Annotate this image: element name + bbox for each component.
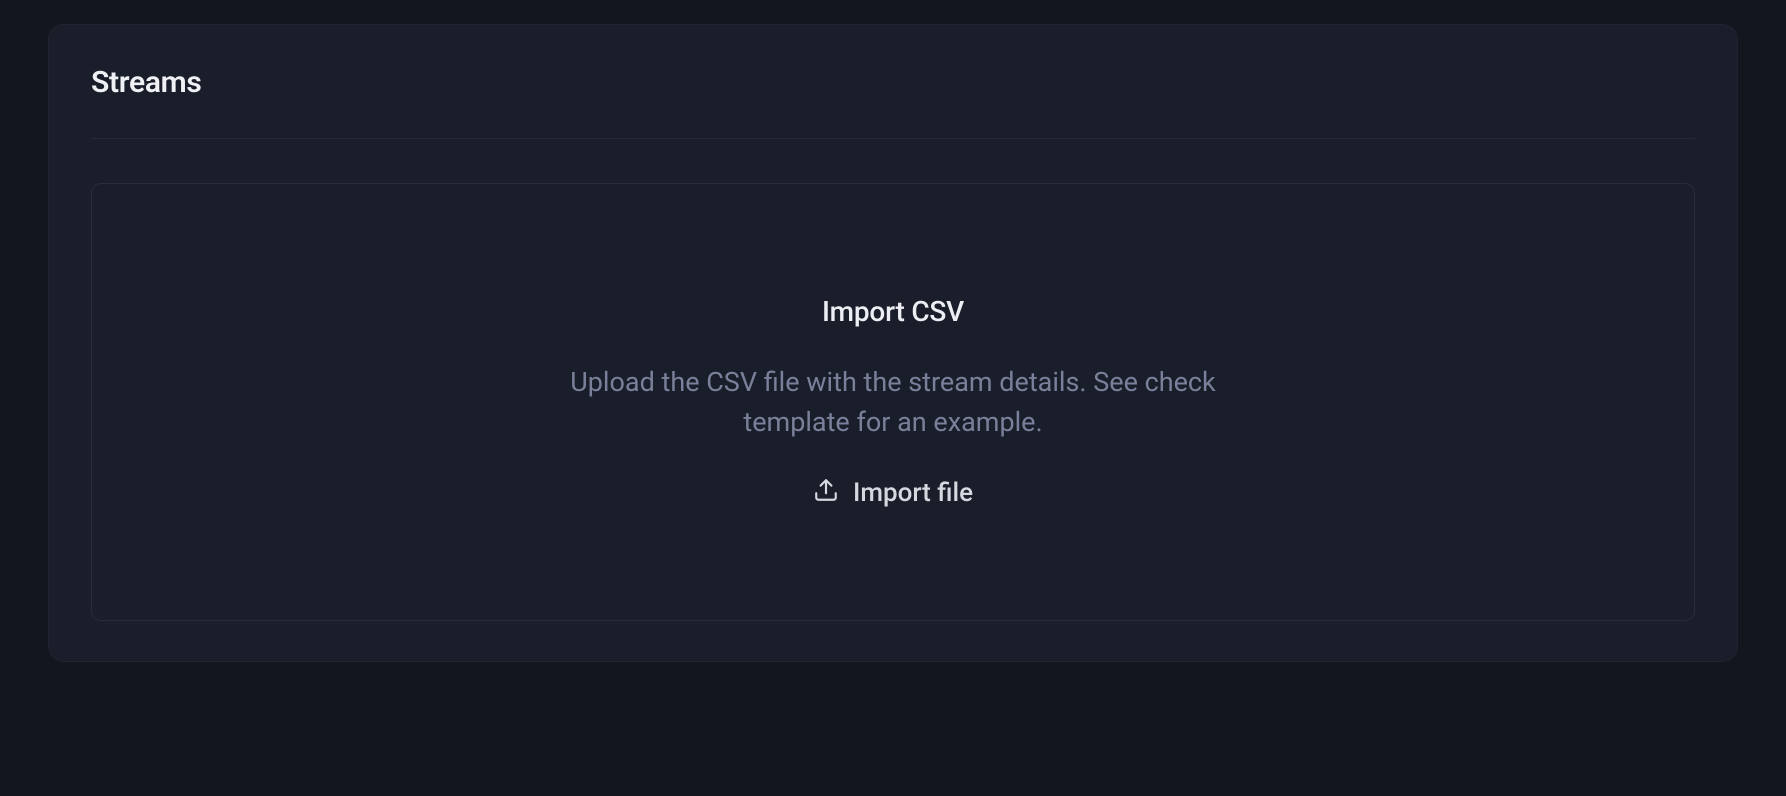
import-button-label: Import file [853, 478, 973, 508]
import-file-button[interactable]: Import file [813, 477, 973, 510]
dropzone-title: Import CSV [822, 295, 964, 328]
dropzone-content: Import CSV Upload the CSV file with the … [543, 295, 1243, 510]
panel-title: Streams [91, 65, 1695, 100]
panel-divider [91, 138, 1695, 139]
dropzone-description: Upload the CSV file with the stream deta… [543, 362, 1243, 443]
csv-dropzone[interactable]: Import CSV Upload the CSV file with the … [91, 183, 1695, 621]
upload-icon [813, 477, 839, 510]
streams-panel: Streams Import CSV Upload the CSV file w… [48, 24, 1738, 662]
